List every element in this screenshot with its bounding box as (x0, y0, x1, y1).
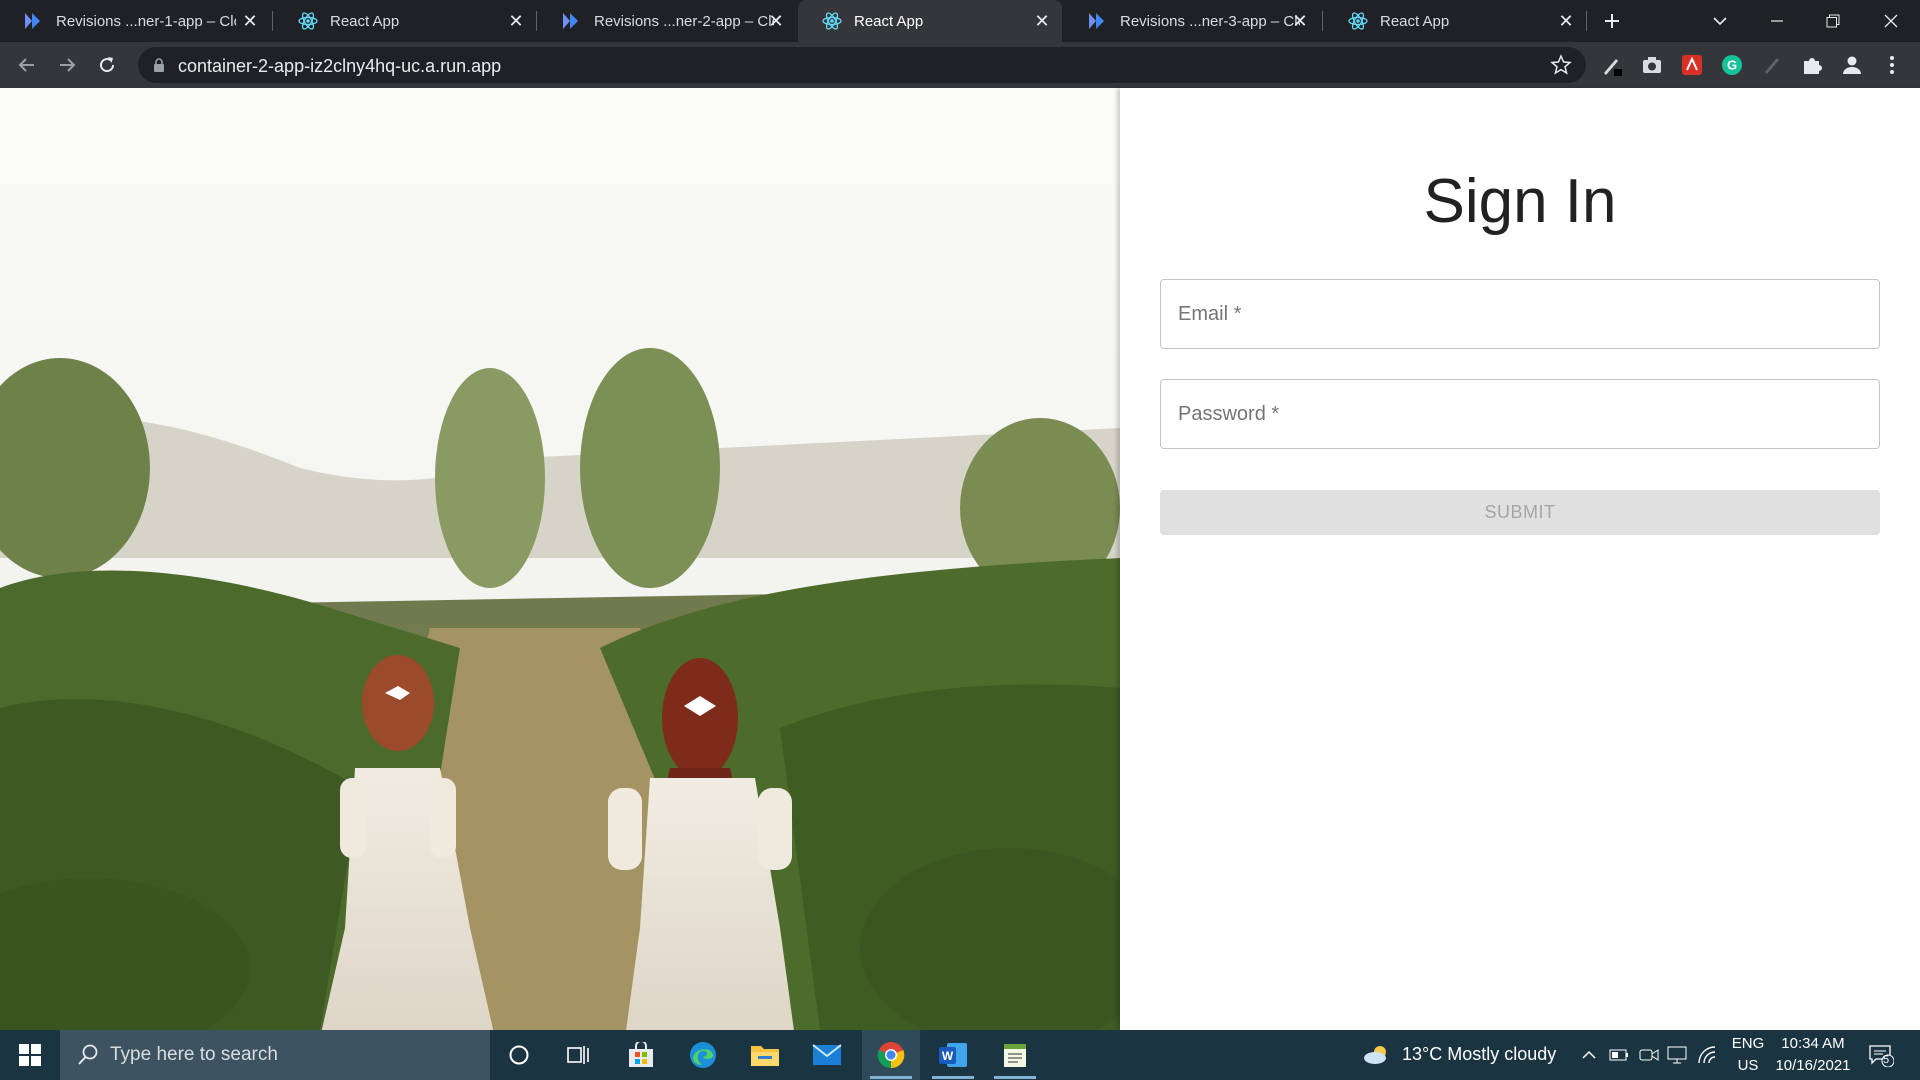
menu-kebab-icon[interactable] (1880, 51, 1904, 79)
extensions-puzzle-icon[interactable] (1798, 51, 1826, 79)
search-icon (76, 1043, 100, 1072)
tab-revisions-3[interactable]: Revisions ...ner-3-app – Clou ✕ (1064, 0, 1320, 42)
minimize-icon (1771, 20, 1783, 22)
browser-tab-strip: Revisions ...ner-1-app – Clou ✕ React Ap… (0, 0, 1920, 42)
react-icon (822, 11, 842, 31)
email-field[interactable] (1160, 279, 1880, 349)
close-tab-icon[interactable]: ✕ (1290, 11, 1310, 31)
language-indicator[interactable]: ENG (1728, 1035, 1768, 1052)
sign-in-panel: Sign In SUBMIT (1120, 88, 1920, 1030)
mail-icon[interactable] (798, 1030, 856, 1080)
pen-extension-icon[interactable] (1598, 51, 1626, 79)
tab-revisions-1[interactable]: Revisions ...ner-1-app – Clou ✕ (0, 0, 270, 42)
task-view-icon[interactable] (550, 1030, 608, 1080)
minimize-button[interactable] (1754, 0, 1800, 42)
close-tab-icon[interactable]: ✕ (506, 11, 526, 31)
word-icon[interactable]: W (924, 1030, 982, 1080)
cloud-run-icon (24, 11, 44, 31)
address-bar[interactable]: container-2-app-iz2clny4hq-uc.a.run.app (138, 47, 1586, 83)
tab-title: Revisions ...ner-1-app – Clou (56, 12, 236, 30)
password-input[interactable] (1178, 380, 1858, 448)
chrome-icon[interactable] (862, 1030, 920, 1080)
wifi-icon[interactable] (1696, 1044, 1718, 1066)
profile-avatar-icon[interactable] (1838, 51, 1866, 79)
tab-title: React App (1380, 12, 1450, 30)
chevron-up-icon[interactable] (1578, 1044, 1600, 1066)
hero-image (0, 88, 1120, 1030)
tab-revisions-2[interactable]: Revisions ...ner-2-app – Clou ✕ (538, 0, 796, 42)
svg-text:G: G (1727, 58, 1737, 73)
page-content: Sign In SUBMIT (0, 88, 1920, 1030)
back-arrow-icon (18, 58, 34, 72)
notification-count: 5 (1882, 1054, 1890, 1066)
tab-title: Revisions ...ner-3-app – Clou (1120, 12, 1300, 30)
search-placeholder: Type here to search (110, 1044, 278, 1065)
plus-icon (1605, 14, 1619, 28)
camera-extension-icon[interactable] (1638, 51, 1666, 79)
forward-arrow-icon (60, 58, 76, 72)
weather-cloudy-icon[interactable] (1362, 1044, 1392, 1066)
browser-toolbar: container-2-app-iz2clny4hq-uc.a.run.app … (0, 42, 1920, 88)
email-input[interactable] (1178, 280, 1858, 348)
close-window-button[interactable] (1866, 0, 1916, 42)
url-text: container-2-app-iz2clny4hq-uc.a.run.app (178, 56, 502, 76)
forward-button[interactable] (51, 49, 83, 81)
page-title: Sign In (1423, 167, 1617, 236)
chevron-down-icon (1713, 17, 1727, 26)
cloud-run-icon (562, 11, 582, 31)
display-icon[interactable] (1666, 1044, 1688, 1066)
close-tab-icon[interactable]: ✕ (240, 11, 260, 31)
disabled-extension-icon[interactable] (1758, 51, 1786, 79)
cortana-icon[interactable] (490, 1030, 548, 1080)
restore-button[interactable] (1810, 0, 1856, 42)
new-tab-button[interactable] (1594, 0, 1630, 42)
tab-title: React App (854, 12, 924, 30)
bookmark-star-icon[interactable] (1550, 54, 1572, 81)
tab-title: Revisions ...ner-2-app – Clou (594, 12, 774, 30)
windows-taskbar: Type here to search W 13°C Mostly cloudy (0, 1030, 1920, 1080)
reload-button[interactable] (91, 49, 123, 81)
start-button[interactable] (0, 1030, 60, 1080)
store-icon[interactable] (612, 1030, 670, 1080)
close-tab-icon[interactable]: ✕ (1556, 11, 1576, 31)
close-icon (1884, 14, 1898, 28)
tab-react-app-active[interactable]: React App ✕ (798, 0, 1062, 42)
lock-icon (152, 57, 166, 78)
notepad-icon[interactable] (986, 1030, 1044, 1080)
close-tab-icon[interactable]: ✕ (1032, 11, 1052, 31)
weather-text[interactable]: 13°C Mostly cloudy (1402, 1044, 1556, 1065)
back-button[interactable] (11, 49, 43, 81)
tab-react-app-3[interactable]: React App ✕ (1324, 0, 1586, 42)
restore-icon (1826, 14, 1840, 28)
cloud-run-icon (1088, 11, 1108, 31)
meet-now-icon[interactable] (1638, 1044, 1660, 1066)
react-icon (1348, 11, 1368, 31)
svg-text:W: W (942, 1049, 954, 1063)
password-field[interactable] (1160, 379, 1880, 449)
file-explorer-icon[interactable] (736, 1030, 794, 1080)
clock-date[interactable]: 10/16/2021 (1772, 1057, 1854, 1074)
tab-react-app-1[interactable]: React App ✕ (274, 0, 536, 42)
submit-button[interactable]: SUBMIT (1160, 490, 1880, 535)
taskbar-search-box[interactable]: Type here to search (60, 1030, 490, 1080)
edge-icon[interactable] (674, 1030, 732, 1080)
region-indicator[interactable]: US (1728, 1057, 1768, 1074)
grammarly-icon[interactable]: G (1718, 51, 1746, 79)
windows-logo-icon (19, 1044, 41, 1066)
react-icon (298, 11, 318, 31)
tab-search-button[interactable] (1700, 0, 1740, 42)
close-tab-icon[interactable]: ✕ (766, 11, 786, 31)
reload-icon (100, 57, 115, 73)
clock-time[interactable]: 10:34 AM (1772, 1035, 1854, 1052)
battery-icon[interactable] (1608, 1044, 1630, 1066)
red-extension-icon[interactable] (1678, 51, 1706, 79)
tab-title: React App (330, 12, 400, 30)
